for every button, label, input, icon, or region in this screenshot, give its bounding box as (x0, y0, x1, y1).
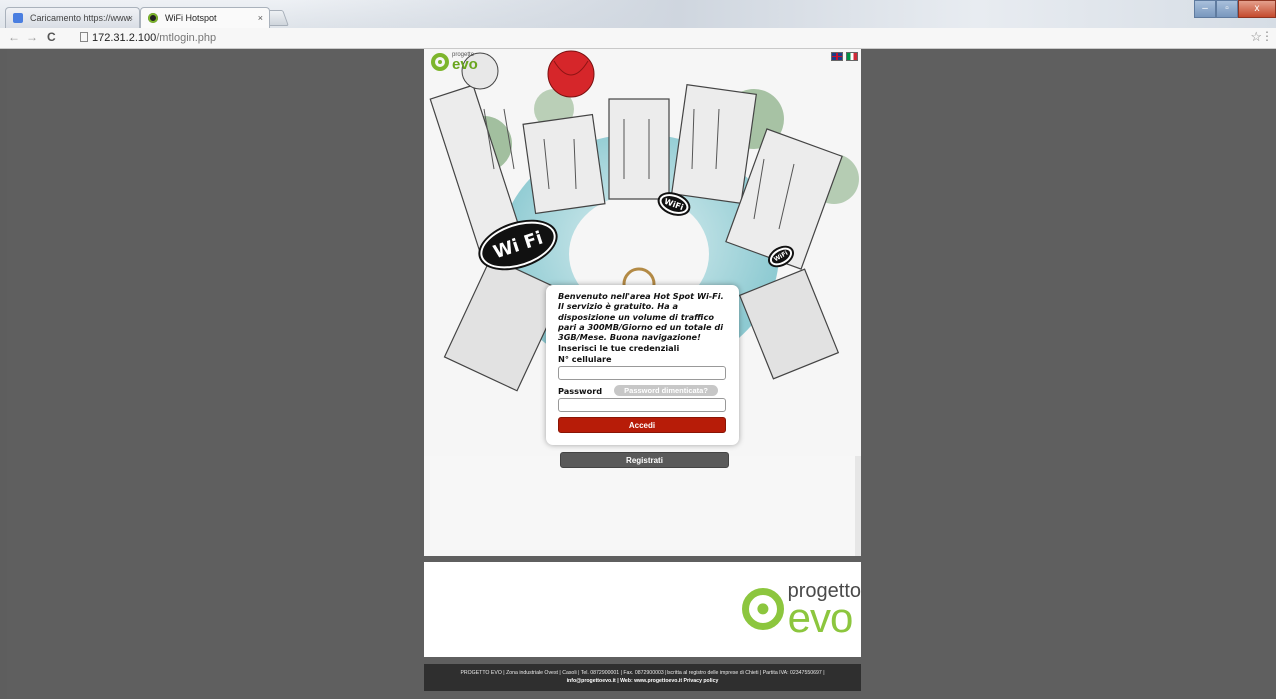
credentials-title: Inserisci le tue credenziali (558, 343, 680, 354)
login-card: Benvenuto nell'area Hot Spot Wi-Fi. Il s… (546, 285, 739, 445)
window-controls: – ▫ x (1194, 0, 1276, 18)
italy-flag-icon[interactable] (846, 52, 858, 61)
footer-logo-area: progetto evo (424, 562, 861, 657)
evo-favicon-icon (148, 13, 158, 23)
close-icon[interactable]: × (258, 8, 263, 28)
tab-label: WiFi Hotspot (165, 13, 217, 23)
page-viewport: progetto evo Wi Fi WiFi WiFi Benvenuto n… (7, 49, 1276, 699)
company-info-bar: PROGETTO EVO | Zona industriale Ovest | … (424, 664, 861, 691)
url-host: 172.31.2.100 (92, 32, 157, 44)
progetto-evo-logo: progetto evo (431, 52, 478, 73)
logo-ring-icon (741, 588, 784, 630)
phone-label: N° cellulare (558, 354, 612, 365)
company-contact-line[interactable]: info@progettoevo.it | Web: www.progettoe… (424, 677, 861, 685)
maximize-button[interactable]: ▫ (1216, 0, 1238, 18)
logo-text: progetto evo (452, 52, 478, 73)
content-panel (424, 456, 861, 556)
login-button[interactable]: Accedi (558, 417, 726, 434)
back-icon[interactable]: ← (8, 30, 20, 44)
password-input[interactable] (558, 398, 726, 413)
url-path: /mtlogin.php (156, 32, 217, 44)
progetto-evo-logo-large: progetto evo (741, 581, 861, 641)
google-icon (13, 13, 23, 23)
logo-words: progetto evo (787, 581, 861, 641)
language-selector (831, 52, 858, 61)
url-field[interactable]: 172.31.2.100/mtlogin.php (80, 30, 1240, 47)
browser-titlebar: Caricamento https://www. × WiFi Hotspot … (0, 0, 1276, 28)
window-close-button[interactable]: x (1238, 0, 1276, 18)
welcome-message: Benvenuto nell'area Hot Spot Wi-Fi. Il s… (558, 291, 724, 343)
forgot-password-button[interactable]: Password dimenticata? (614, 385, 718, 397)
close-icon[interactable]: × (128, 8, 133, 28)
reload-icon[interactable]: C (47, 30, 56, 44)
tab-label: Caricamento https://www. (30, 13, 133, 23)
phone-input[interactable] (558, 366, 726, 381)
company-info-line: PROGETTO EVO | Zona industriale Ovest | … (460, 670, 825, 676)
page-icon (80, 32, 88, 42)
tab-loading[interactable]: Caricamento https://www. × (5, 7, 140, 28)
logo-ring-icon (431, 52, 449, 71)
minimize-button[interactable]: – (1194, 0, 1216, 18)
tab-wifi-hotspot[interactable]: WiFi Hotspot × (140, 7, 270, 28)
password-row: Password Password dimenticata? (558, 385, 729, 397)
register-button[interactable]: Registrati (560, 452, 729, 468)
menu-icon[interactable]: ⋮ (1261, 29, 1273, 43)
password-label: Password (558, 385, 603, 396)
forward-icon[interactable]: → (26, 30, 38, 44)
address-bar: ← → C 172.31.2.100/mtlogin.php ☆ ⋮ (0, 28, 1276, 49)
titlebar-background (280, 0, 1276, 28)
logo-main-word: evo (787, 594, 854, 641)
uk-flag-icon[interactable] (831, 52, 843, 61)
logo-main-word: evo (452, 56, 478, 73)
